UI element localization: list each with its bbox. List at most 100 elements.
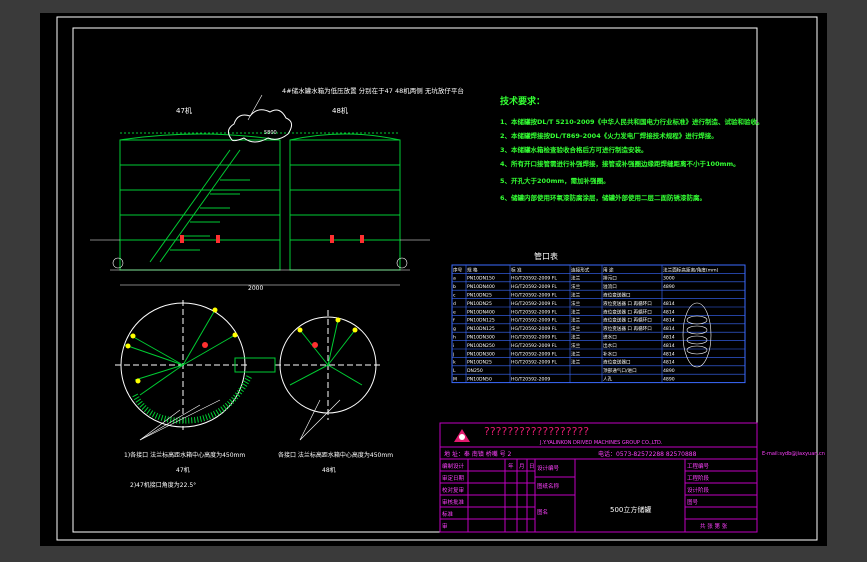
- tb-right-label: 设计阶段: [687, 486, 710, 494]
- nozzle-table-cell: 法兰: [571, 317, 581, 324]
- requirement-item: 5、开孔大于200mm，需加补强圈。: [500, 176, 610, 185]
- nozzle-table-cell: DN250: [467, 368, 483, 374]
- nozzle-table-cell: PN10DN400: [467, 309, 495, 315]
- tank-dim-label: 5800: [264, 130, 277, 136]
- nozzle-table-cell: 4814: [663, 351, 675, 357]
- nozzle-table-cell: PN10DN25: [467, 293, 492, 299]
- nozzle-table-cell: PN10DN125: [467, 326, 495, 332]
- nozzle-table-cell: 3000: [663, 276, 675, 282]
- nozzle-table-cell: k: [453, 360, 456, 366]
- nozzle-table-cell: 液位变送器 口 再循环口: [603, 308, 652, 315]
- company-name-en: J.Y.YALINKON DRIVED MACHINES GROUP CO.,L…: [539, 440, 663, 446]
- plan-note-left: 1)各接口 法兰标高距水箱中心高度为450mm: [124, 451, 245, 459]
- nozzle-table-cell: e: [453, 310, 456, 315]
- nozzle-table-cell: 法兰: [571, 350, 581, 357]
- nozzle-table-cell: 4814: [663, 360, 675, 366]
- nozzle-table-cell: HG/T20592-2009 FL: [511, 326, 557, 332]
- nozzle-table-cell: 4890: [663, 368, 675, 374]
- nozzle-table-cell: b: [453, 284, 456, 290]
- nozzle-table-cell: HG/T20592-2009 FL: [511, 293, 557, 299]
- plan-note-right: 各接口 法兰标高距水箱中心高度为450mm: [278, 451, 393, 459]
- nozzle-table-cell: PN10DN250: [467, 343, 495, 349]
- plan-note-left-2: 2)47机接口角度为22.5°: [130, 481, 196, 489]
- nozzle-table-cell: HG/T20592-2009 FL: [511, 343, 557, 349]
- nozzle-table-header: 标 准: [511, 266, 522, 273]
- drawing-name: 500立方储罐: [610, 505, 651, 514]
- company-phone: 电话：0573-82572288 82570888: [598, 450, 697, 458]
- nozzle-table-cell: 溢流口: [603, 283, 617, 290]
- nozzle-table-cell: 4814: [663, 301, 675, 307]
- top-note: 4#储水罐水箱为低压放置 分别在于47 48机两侧 无坑放仔平台: [282, 86, 464, 95]
- requirement-item: 1、本储罐按DL/T 5210-2009《中华人民共和国电力行业标准》进行制造、…: [500, 117, 764, 126]
- tb-day: 日: [529, 463, 535, 470]
- nozzle-table-cell: 4890: [663, 284, 675, 290]
- nozzle-table-cell: i: [453, 343, 454, 349]
- nozzle-table-cell: 液位变送器口: [603, 292, 631, 299]
- nozzle-table-cell: 4814: [663, 326, 675, 332]
- nozzle-table-cell: HG/T20592-2009 FL: [511, 309, 557, 315]
- nozzle-table-cell: PN10DN150: [467, 276, 495, 282]
- nozzle-table-cell: 法兰: [571, 334, 581, 341]
- nozzle-table-header: 序号: [453, 266, 463, 273]
- tb-mid-label: 图纸名称: [537, 482, 560, 490]
- nozzle-table-cell: 液位变送器 口 再循环口: [603, 317, 652, 324]
- plan-label-47: 47机: [176, 466, 190, 474]
- plan-label-48: 48机: [322, 466, 336, 474]
- nozzle-table-cell: 法兰: [571, 359, 581, 366]
- tb-row-label: 校对复审: [442, 486, 465, 494]
- tb-row-label: 审核批准: [442, 498, 465, 506]
- nozzle-table-cell: g: [453, 327, 456, 332]
- tank-label-48: 48机: [332, 106, 348, 115]
- nozzle-table-header: 用 途: [603, 266, 614, 273]
- nozzle-table-cell: HG/T20592-2009 FL: [511, 360, 557, 366]
- nozzle-table-cell: 法兰: [571, 308, 581, 315]
- company-email: E-mail:sydb@jiaxyuan.cn: [762, 451, 825, 457]
- nozzle-table-cell: 4814: [663, 335, 675, 341]
- nozzle-table-cell: 4814: [663, 318, 675, 324]
- tb-row-label: 审: [442, 522, 448, 530]
- nozzle-table-cell: 法兰: [571, 300, 581, 307]
- tb-year: 年: [508, 462, 514, 470]
- requirements-title: 技术要求：: [500, 95, 545, 107]
- tb-mid-label: 设计编号: [537, 464, 560, 472]
- nozzle-table-title: 管口表: [534, 251, 558, 261]
- nozzle-table-cell: PN10DN300: [467, 335, 495, 341]
- nozzle-table-cell: 补水口: [603, 350, 617, 357]
- nozzle-table-cell: j: [452, 351, 454, 357]
- requirement-item: 2、本储罐焊接按DL/T869-2004《火力发电厂焊接技术规程》进行焊接。: [500, 131, 718, 140]
- nozzle-table-cell: 人孔: [603, 376, 613, 383]
- nozzle-table-cell: HG/T20592-2009 FL: [511, 301, 557, 307]
- tb-right-label: 工程编号: [687, 462, 710, 470]
- bottom-dim-label: 2000: [248, 285, 263, 292]
- company-name-cn: ??????????????????: [484, 425, 589, 438]
- nozzle-table-cell: a: [453, 277, 456, 282]
- nozzle-table-header: 连接形式: [571, 266, 590, 273]
- nozzle-table-header: 规 格: [467, 266, 478, 273]
- tb-sheet-info: 共 张 第 张: [700, 522, 728, 530]
- nozzle-table-cell: HG/T20592-2009 FL: [511, 318, 557, 324]
- nozzle-table-cell: HG/T20592-2009 FL: [511, 335, 557, 341]
- nozzle-table-cell: 法兰: [571, 283, 581, 290]
- nozzle-table-cell: M: [453, 377, 457, 383]
- nozzle-table-header: 法兰面标高距离/角度(mm): [663, 266, 719, 273]
- nozzle-table-cell: L: [453, 368, 456, 374]
- company-address: 地 址：奉 南镇 桥嘴 号 2: [444, 450, 512, 458]
- tb-row-label: 审定日期: [442, 474, 465, 482]
- nozzle-table-cell: 法兰: [571, 325, 581, 332]
- cad-drawing-canvas[interactable]: 4#储水罐水箱为低压放置 分别在于47 48机两侧 无坑放仔平台 47机 48机…: [0, 0, 867, 562]
- nozzle-table-cell: PN10DN25: [467, 360, 492, 366]
- tb-row-label: 编制设计: [442, 462, 465, 470]
- nozzle-table-cell: PN10DN50: [467, 377, 492, 383]
- nozzle-table-cell: 出水口: [603, 342, 617, 349]
- nozzle-table-cell: 4814: [663, 309, 675, 315]
- tb-row-label: 标准: [442, 510, 454, 518]
- requirement-item: 6、储罐内部使用环氧漆防腐涂层，储罐外部使用二层二面防锈漆防腐。: [500, 193, 706, 202]
- nozzle-table-cell: 液位变送器口: [603, 359, 631, 366]
- nozzle-table-cell: HG/T20592-2009: [511, 377, 550, 383]
- tb-right-label: 工程阶段: [687, 474, 710, 482]
- tank-label-47: 47机: [176, 106, 192, 115]
- nozzle-table-cell: HG/T20592-2009 FL: [511, 351, 557, 357]
- nozzle-table-cell: 4890: [663, 377, 675, 383]
- tb-mid-label: 图名: [537, 508, 548, 516]
- requirement-item: 4、所有开口接管需进行补强焊接，接管或补强圈边缘距焊缝距离不小于100mm。: [500, 159, 740, 168]
